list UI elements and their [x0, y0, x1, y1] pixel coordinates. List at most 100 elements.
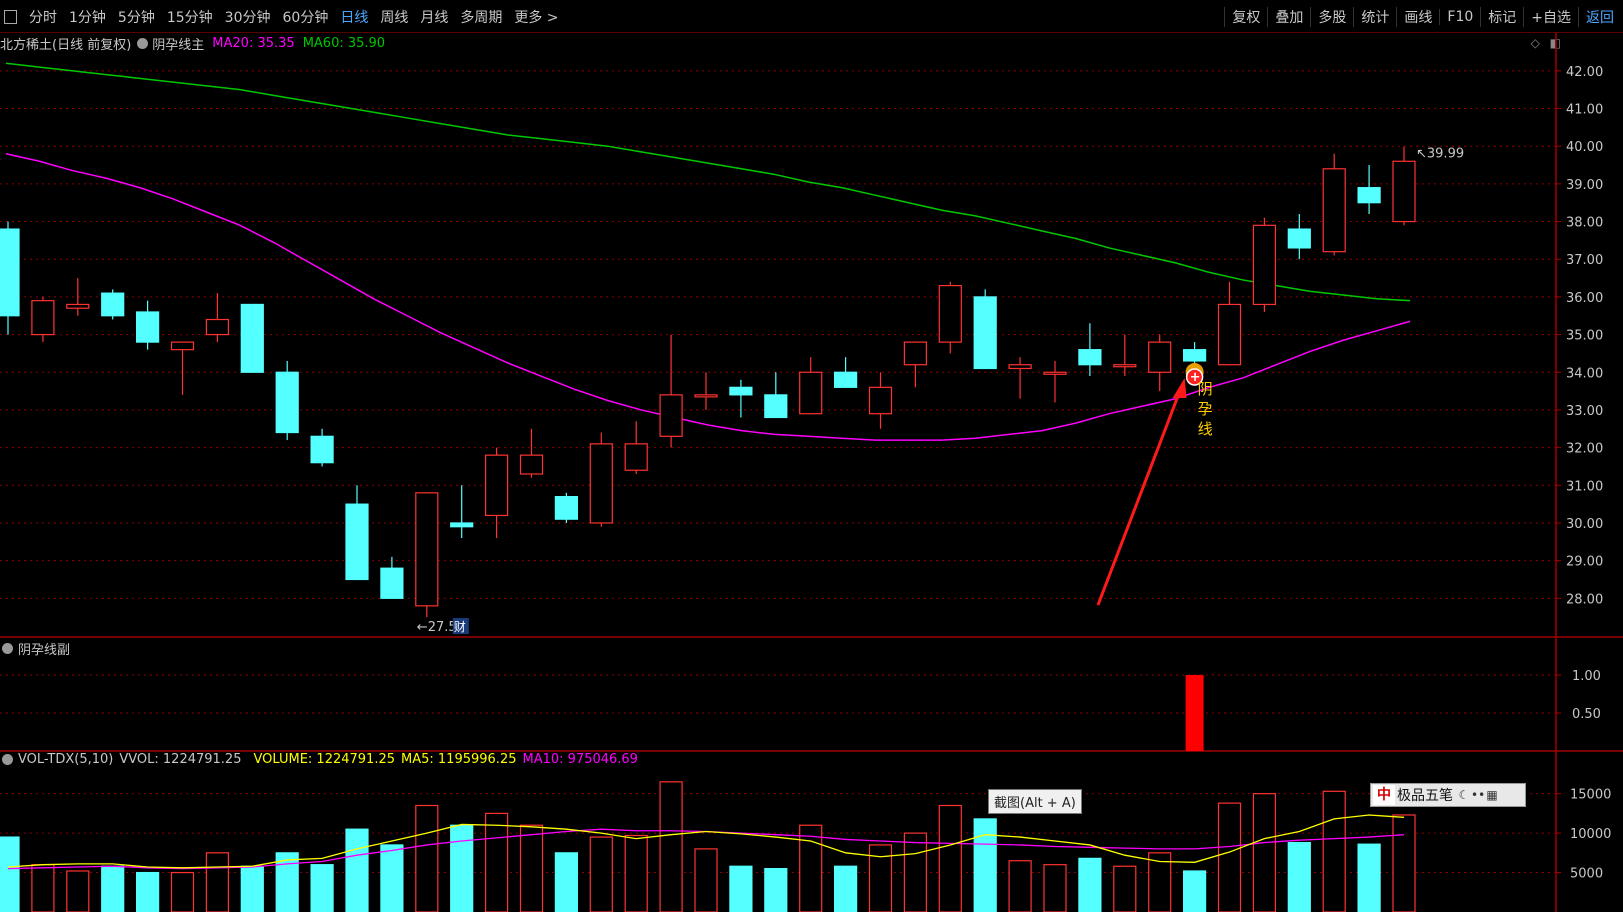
annotation-arrow [1096, 383, 1185, 606]
ime-toolbar[interactable]: 中 极品五笔 ☾ •• ▦ [1370, 783, 1526, 807]
volume-bar[interactable] [973, 818, 997, 912]
candle-body[interactable] [868, 386, 893, 415]
volume-bar[interactable] [833, 865, 858, 912]
price-tick-label: 42.00 [1566, 65, 1603, 80]
stock-chart-canvas[interactable]: 28.00 29.00 30.00 31.00 32.00 33.00 34.00 35.00… [0, 0, 1623, 912]
keyboard-icon[interactable]: ▦ [1485, 788, 1499, 802]
ime-name[interactable]: 极品五笔 [1397, 785, 1453, 805]
price-tick-label: 36.00 [1566, 291, 1603, 306]
candle-body[interactable] [973, 296, 997, 370]
candle-body[interactable] [554, 495, 579, 520]
candle-body[interactable] [0, 228, 20, 317]
volume-bar[interactable] [764, 868, 788, 912]
volume-bar[interactable] [1113, 865, 1137, 912]
candle-body[interactable] [205, 318, 229, 336]
volume-bar[interactable] [345, 828, 369, 912]
price-tick-label: 29.00 [1566, 555, 1603, 570]
candle-body[interactable] [659, 394, 683, 437]
candle-body[interactable] [380, 567, 404, 599]
candle-body[interactable] [170, 341, 195, 351]
volume-bar[interactable] [1357, 843, 1381, 912]
candle-body[interactable] [589, 443, 613, 524]
candle-body[interactable] [1392, 160, 1416, 223]
candle-body[interactable] [66, 303, 90, 309]
volume-bar[interactable] [1252, 793, 1277, 912]
volume-bar[interactable] [1392, 814, 1416, 912]
candle-body[interactable] [694, 394, 718, 398]
candle-body[interactable] [136, 311, 160, 343]
volume-bar[interactable] [1078, 857, 1102, 912]
volume-bar[interactable] [1322, 790, 1346, 912]
candle-body[interactable] [345, 503, 369, 581]
volume-bar[interactable] [31, 864, 55, 912]
candle-body[interactable] [415, 492, 439, 607]
candle-body[interactable] [1078, 349, 1102, 366]
volume-bar[interactable] [1217, 802, 1242, 912]
candle-body[interactable] [833, 371, 858, 388]
volume-bar[interactable] [1287, 841, 1311, 912]
volume-bar[interactable] [450, 824, 474, 912]
volume-bar[interactable] [0, 836, 20, 912]
sub-tick-label: 0.50 [1572, 707, 1601, 722]
candle-body[interactable] [764, 394, 788, 419]
volume-bar[interactable] [101, 865, 125, 912]
candle-body[interactable] [1182, 349, 1207, 362]
candle-body[interactable] [1357, 187, 1381, 204]
volume-bar[interactable] [310, 864, 334, 912]
candle-body[interactable] [624, 443, 648, 471]
candle-body[interactable] [1008, 364, 1032, 370]
volume-bar[interactable] [799, 824, 823, 912]
moon-icon[interactable]: ☾ [1457, 788, 1471, 802]
volume-bar[interactable] [205, 852, 229, 912]
volume-tick-label: 10000 [1570, 827, 1611, 842]
volume-bar[interactable] [868, 844, 893, 912]
candle-body[interactable] [101, 292, 125, 317]
price-tick-label: 28.00 [1566, 592, 1603, 607]
candle-body[interactable] [1252, 224, 1277, 306]
volume-bar[interactable] [903, 832, 928, 912]
candle-body[interactable] [519, 454, 544, 475]
candle-body[interactable] [903, 341, 928, 366]
volume-bar[interactable] [624, 834, 648, 912]
volume-bar[interactable] [729, 865, 753, 912]
candle-body[interactable] [485, 454, 509, 517]
volume-bar[interactable] [589, 836, 613, 912]
volume-bar[interactable] [554, 852, 579, 912]
candle-body[interactable] [799, 371, 823, 415]
candle-body[interactable] [1287, 228, 1311, 249]
volume-bar[interactable] [659, 781, 683, 912]
volume-bar[interactable] [415, 804, 439, 912]
price-tick-label: 41.00 [1566, 103, 1603, 118]
candle-body[interactable] [275, 371, 299, 434]
volume-bar[interactable] [1182, 870, 1207, 912]
volume-bar[interactable] [1008, 860, 1032, 912]
candle-body[interactable] [1043, 371, 1067, 375]
candle-body[interactable] [450, 522, 474, 528]
signal-bar[interactable] [1185, 675, 1204, 751]
high-price-label: ↖39.99 [1416, 147, 1464, 162]
volume-bar[interactable] [380, 844, 404, 912]
volume-bar[interactable] [694, 848, 718, 912]
price-tick-label: 37.00 [1566, 253, 1603, 268]
candle-body[interactable] [31, 300, 55, 336]
candle-body[interactable] [1148, 341, 1172, 373]
candle-body[interactable] [1217, 303, 1242, 366]
volume-bar[interactable] [1043, 864, 1067, 912]
candle-body[interactable] [1113, 364, 1137, 368]
volume-bar[interactable] [938, 804, 962, 912]
candle-body[interactable] [729, 386, 753, 396]
candle-body[interactable] [938, 285, 962, 343]
candle-body[interactable] [310, 435, 334, 464]
volume-bar[interactable] [136, 871, 160, 912]
candle-body[interactable] [240, 303, 264, 373]
volume-bar[interactable] [240, 865, 264, 912]
volume-bar[interactable] [519, 824, 544, 912]
signal-text-char: 线 [1198, 420, 1213, 438]
candle-body[interactable] [1322, 168, 1346, 253]
punctuation-icon[interactable]: •• [1471, 788, 1485, 802]
volume-bar[interactable] [485, 812, 509, 912]
ime-logo-icon[interactable]: 中 [1373, 785, 1395, 805]
price-tick-label: 33.00 [1566, 404, 1603, 419]
volume-bar[interactable] [66, 870, 90, 912]
volume-bar[interactable] [170, 871, 195, 912]
